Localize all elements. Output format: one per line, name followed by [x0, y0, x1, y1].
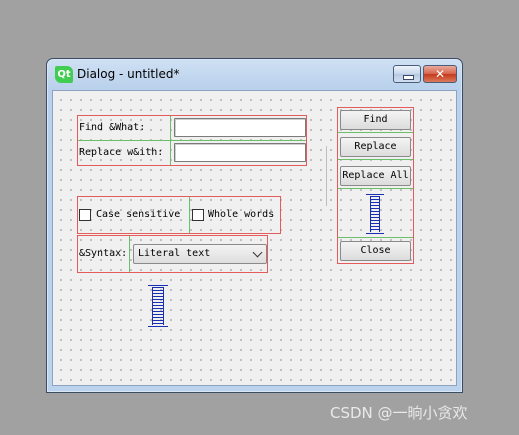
- window-title: Dialog - untitled*: [77, 67, 180, 81]
- find-what-label: Find &What:: [79, 122, 146, 133]
- replace-with-input[interactable]: [174, 143, 306, 162]
- case-sensitive-checkbox[interactable]: Case sensitive: [79, 208, 185, 222]
- syntax-layout: &Syntax: Literal text: [77, 235, 268, 273]
- vertical-line[interactable]: [326, 146, 327, 206]
- options-layout: Case sensitive Whole words: [77, 196, 281, 234]
- dialog-window: Qt Dialog - untitled* ✕ Find &What: Repl…: [46, 58, 463, 393]
- button-layout-divider-1: [338, 132, 413, 133]
- chevron-down-icon[interactable]: [252, 247, 263, 258]
- syntax-layout-divider: [129, 236, 130, 272]
- find-what-input[interactable]: [174, 118, 306, 137]
- button-layout-divider-4: [338, 237, 413, 238]
- replace-with-label: Replace w&ith:: [79, 147, 164, 158]
- button-layout-divider-3: [338, 188, 413, 189]
- whole-words-label: Whole words: [208, 209, 275, 220]
- title-bar[interactable]: Qt Dialog - untitled* ✕: [47, 59, 462, 89]
- spacer-coil: [152, 287, 164, 325]
- button-layout-divider-2: [338, 159, 413, 160]
- syntax-combobox-value: Literal text: [138, 248, 211, 259]
- syntax-label: &Syntax:: [79, 248, 128, 259]
- watermark: CSDN @一晌小贪欢: [330, 404, 468, 422]
- case-sensitive-label: Case sensitive: [96, 209, 181, 220]
- close-button[interactable]: Close: [340, 241, 411, 261]
- options-layout-divider: [189, 197, 190, 233]
- case-sensitive-box[interactable]: [79, 209, 91, 221]
- whole-words-box[interactable]: [192, 209, 204, 221]
- close-window-button[interactable]: ✕: [423, 65, 457, 83]
- spacer-top-cap: [366, 194, 384, 195]
- form-canvas[interactable]: Find &What: Replace w&ith: Case sensitiv…: [52, 90, 457, 386]
- spacer-top-cap: [148, 285, 168, 286]
- button-layout: Find Replace Replace All Close: [337, 107, 414, 264]
- form-layout: Find &What: Replace w&ith:: [77, 115, 307, 166]
- vertical-spacer-left[interactable]: [148, 285, 168, 327]
- replace-button[interactable]: Replace: [340, 137, 411, 157]
- whole-words-checkbox[interactable]: Whole words: [192, 208, 280, 222]
- spacer-bottom-cap: [148, 326, 168, 327]
- minimize-icon: [403, 75, 414, 80]
- replace-all-button[interactable]: Replace All: [340, 166, 411, 186]
- form-layout-row-divider: [78, 140, 306, 141]
- syntax-combobox[interactable]: Literal text: [133, 244, 267, 264]
- spacer-bottom-cap: [366, 233, 384, 234]
- minimize-button[interactable]: [393, 65, 421, 83]
- close-icon: ✕: [434, 67, 446, 81]
- spacer-coil: [370, 196, 380, 232]
- qt-logo-icon: Qt: [55, 66, 73, 83]
- find-button[interactable]: Find: [340, 110, 411, 130]
- vertical-spacer-right[interactable]: [366, 194, 384, 234]
